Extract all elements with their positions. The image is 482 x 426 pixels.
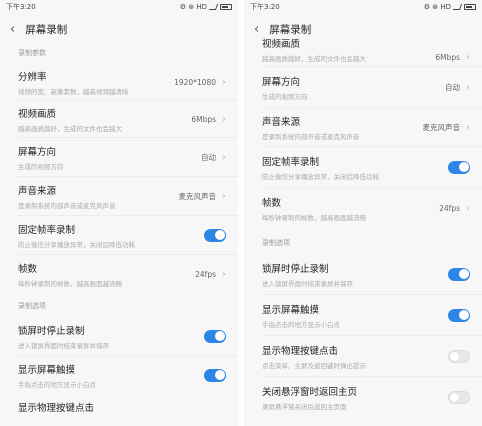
chevron-right-icon: › [466, 121, 470, 133]
setting-physical-keys: 显示物理按键点击点击菜单、主屏及返回键时弹出提示 [244, 336, 482, 376]
chevron-right-icon: › [466, 81, 470, 93]
setting-subtitle: 每秒钟录制的帧数，越高画面越流畅 [262, 213, 366, 222]
status-time: 下午3:20 [6, 3, 36, 11]
setting-value: 麦克风声音 [422, 122, 461, 132]
setting-orientation[interactable]: 屏幕方向生成的视频方向 自动 › [244, 67, 482, 107]
page-title: 屏幕录制 [269, 23, 312, 36]
setting-title: 帧数 [18, 263, 38, 275]
setting-subtitle: 手指点击的地方显示小白点 [262, 320, 340, 329]
setting-subtitle: 录屏悬浮窗关闭后返回主页面 [262, 402, 347, 411]
setting-subtitle: 是录制系统内部声音或麦克风声音 [262, 132, 360, 141]
back-arrow-icon[interactable]: ‹ [10, 22, 15, 37]
show-touches-toggle[interactable] [204, 368, 226, 382]
setting-subtitle: 生成的视频方向 [262, 92, 308, 101]
setting-title: 固定帧率录制 [18, 224, 76, 236]
right-screen: 下午3:20 ⚙ ⊛ HD ‹ 屏幕录制 视频画质越高画质越好，生成的文件也会越… [244, 0, 482, 426]
setting-fixed-fps: 固定帧率录制防止微信分享播放异常，关闭后降低功耗 [0, 216, 238, 254]
back-arrow-icon[interactable]: ‹ [254, 22, 259, 37]
section-header-params: 录制参数 [18, 49, 46, 57]
setting-fps[interactable]: 帧数每秒钟录制的帧数，越高画面越流畅 24fps › [244, 188, 482, 228]
setting-title: 视频画质 [18, 108, 57, 120]
setting-title: 锁屏时停止录制 [262, 263, 329, 275]
setting-subtitle: 每秒钟录制的帧数，越高画面越流畅 [18, 279, 122, 288]
setting-value: 6Mbps [435, 53, 460, 62]
status-bar: 下午3:20 ⚙ ⊛ HD [244, 0, 482, 14]
title-bar: ‹ 屏幕录制 [0, 14, 238, 44]
battery-icon [220, 4, 232, 10]
setting-subtitle: 越高画质越好，生成的文件也会越大 [18, 124, 122, 133]
setting-quality[interactable]: 视频画质越高画质越好，生成的文件也会越大 6Mbps › [0, 101, 238, 137]
setting-subtitle: 视频的宽、高像素数，越高视频越清晰 [18, 87, 129, 96]
status-icons: ⚙ ⊛ HD [180, 3, 232, 11]
setting-orientation[interactable]: 屏幕方向生成的视频方向 自动 › [0, 138, 238, 176]
setting-subtitle: 越高画质越好，生成的文件也会越大 [262, 55, 366, 63]
chevron-right-icon: › [222, 190, 226, 202]
setting-subtitle: 进入锁屏界面时结束录屏并保存 [262, 279, 353, 288]
setting-value: 24fps [439, 203, 460, 213]
signal-icon [208, 4, 219, 10]
setting-title: 声音来源 [262, 116, 301, 128]
physical-keys-toggle[interactable] [448, 349, 470, 363]
fixed-fps-toggle[interactable] [204, 228, 226, 242]
chevron-right-icon: › [222, 268, 226, 280]
status-icons: ⚙ ⊛ HD [424, 3, 476, 11]
setting-title: 屏幕方向 [262, 76, 301, 88]
setting-title: 屏幕方向 [18, 146, 57, 158]
signal-icon [452, 4, 463, 10]
setting-title: 锁屏时停止录制 [18, 325, 85, 337]
setting-lock-stop: 锁屏时停止录制进入锁屏界面时结束录屏并保存 [0, 317, 238, 355]
section-header-options: 录制选项 [18, 302, 46, 310]
setting-audio-source[interactable]: 声音来源是录制系统内部声音或麦克风声音 麦克风声音 › [244, 108, 482, 146]
setting-title: 显示物理按键点击 [262, 345, 339, 357]
setting-lock-stop: 锁屏时停止录制进入锁屏界面时结束录屏并保存 [244, 254, 482, 294]
chevron-right-icon: › [222, 151, 226, 163]
setting-title: 显示屏幕触摸 [18, 364, 76, 376]
left-screen: 下午3:20 ⚙ ⊛ HD ‹ 屏幕录制 录制参数 分辨率视频的宽、高像素数，越… [0, 0, 238, 426]
setting-value: 6Mbps [191, 114, 216, 124]
setting-value: 1920*1080 [174, 77, 216, 87]
chevron-right-icon: › [222, 76, 226, 88]
setting-title: 关闭悬浮窗时返回主页 [262, 386, 358, 398]
setting-title: 声音来源 [18, 185, 57, 197]
setting-audio-source[interactable]: 声音来源是录制系统内部声音或麦克风声音 麦克风声音 › [0, 177, 238, 215]
setting-fixed-fps: 固定帧率录制防止微信分享播放异常，关闭后降低功耗 [244, 147, 482, 187]
setting-title: 帧数 [262, 197, 282, 209]
setting-subtitle: 是录制系统内部声音或麦克风声音 [18, 201, 116, 210]
section-header-options: 录制选项 [262, 239, 290, 247]
lock-stop-toggle[interactable] [448, 267, 470, 281]
setting-subtitle: 点击菜单、主屏及返回键时弹出提示 [262, 361, 366, 370]
fixed-fps-toggle[interactable] [448, 160, 470, 174]
show-touches-toggle[interactable] [448, 308, 470, 322]
setting-title: 显示物理按键点击 [18, 403, 95, 414]
setting-subtitle: 防止微信分享播放异常，关闭后降低功耗 [262, 172, 379, 181]
setting-title: 视频画质 [262, 39, 301, 50]
lock-stop-toggle[interactable] [204, 329, 226, 343]
chevron-right-icon: › [222, 113, 226, 125]
setting-float-window-home: 关闭悬浮窗时返回主页 录屏悬浮窗关闭后返回主页面 [244, 377, 482, 417]
setting-value: 自动 [445, 82, 460, 92]
setting-value: 麦克风声音 [178, 191, 217, 201]
setting-subtitle: 进入锁屏界面时结束录屏并保存 [18, 341, 109, 350]
setting-subtitle: 手指点击的地方显示小白点 [18, 380, 96, 389]
battery-icon [464, 4, 476, 10]
setting-subtitle: 防止微信分享播放异常，关闭后降低功耗 [18, 240, 135, 249]
setting-resolution[interactable]: 分辨率视频的宽、高像素数，越高视频越清晰 1920*1080 › [0, 64, 238, 100]
setting-value: 自动 [201, 152, 216, 162]
status-bar: 下午3:20 ⚙ ⊛ HD [0, 0, 238, 14]
setting-title: 分辨率 [18, 71, 47, 83]
setting-fps[interactable]: 帧数每秒钟录制的帧数，越高画面越流畅 24fps › [0, 255, 238, 293]
setting-physical-keys-cutoff[interactable]: 显示物理按键点击 [0, 394, 238, 414]
chevron-right-icon: › [466, 202, 470, 214]
float-window-toggle[interactable] [448, 390, 470, 404]
setting-quality[interactable]: 视频画质越高画质越好，生成的文件也会越大 6Mbps › [244, 39, 482, 66]
page-title: 屏幕录制 [25, 23, 68, 36]
setting-show-touches: 显示屏幕触摸手指点击的地方显示小白点 [0, 356, 238, 394]
setting-title: 显示屏幕触摸 [262, 304, 320, 316]
setting-show-touches: 显示屏幕触摸手指点击的地方显示小白点 [244, 295, 482, 335]
setting-value: 24fps [195, 269, 216, 279]
chevron-right-icon: › [466, 52, 470, 63]
setting-subtitle: 生成的视频方向 [18, 162, 64, 171]
status-time: 下午3:20 [250, 3, 280, 11]
setting-title: 固定帧率录制 [262, 156, 320, 168]
